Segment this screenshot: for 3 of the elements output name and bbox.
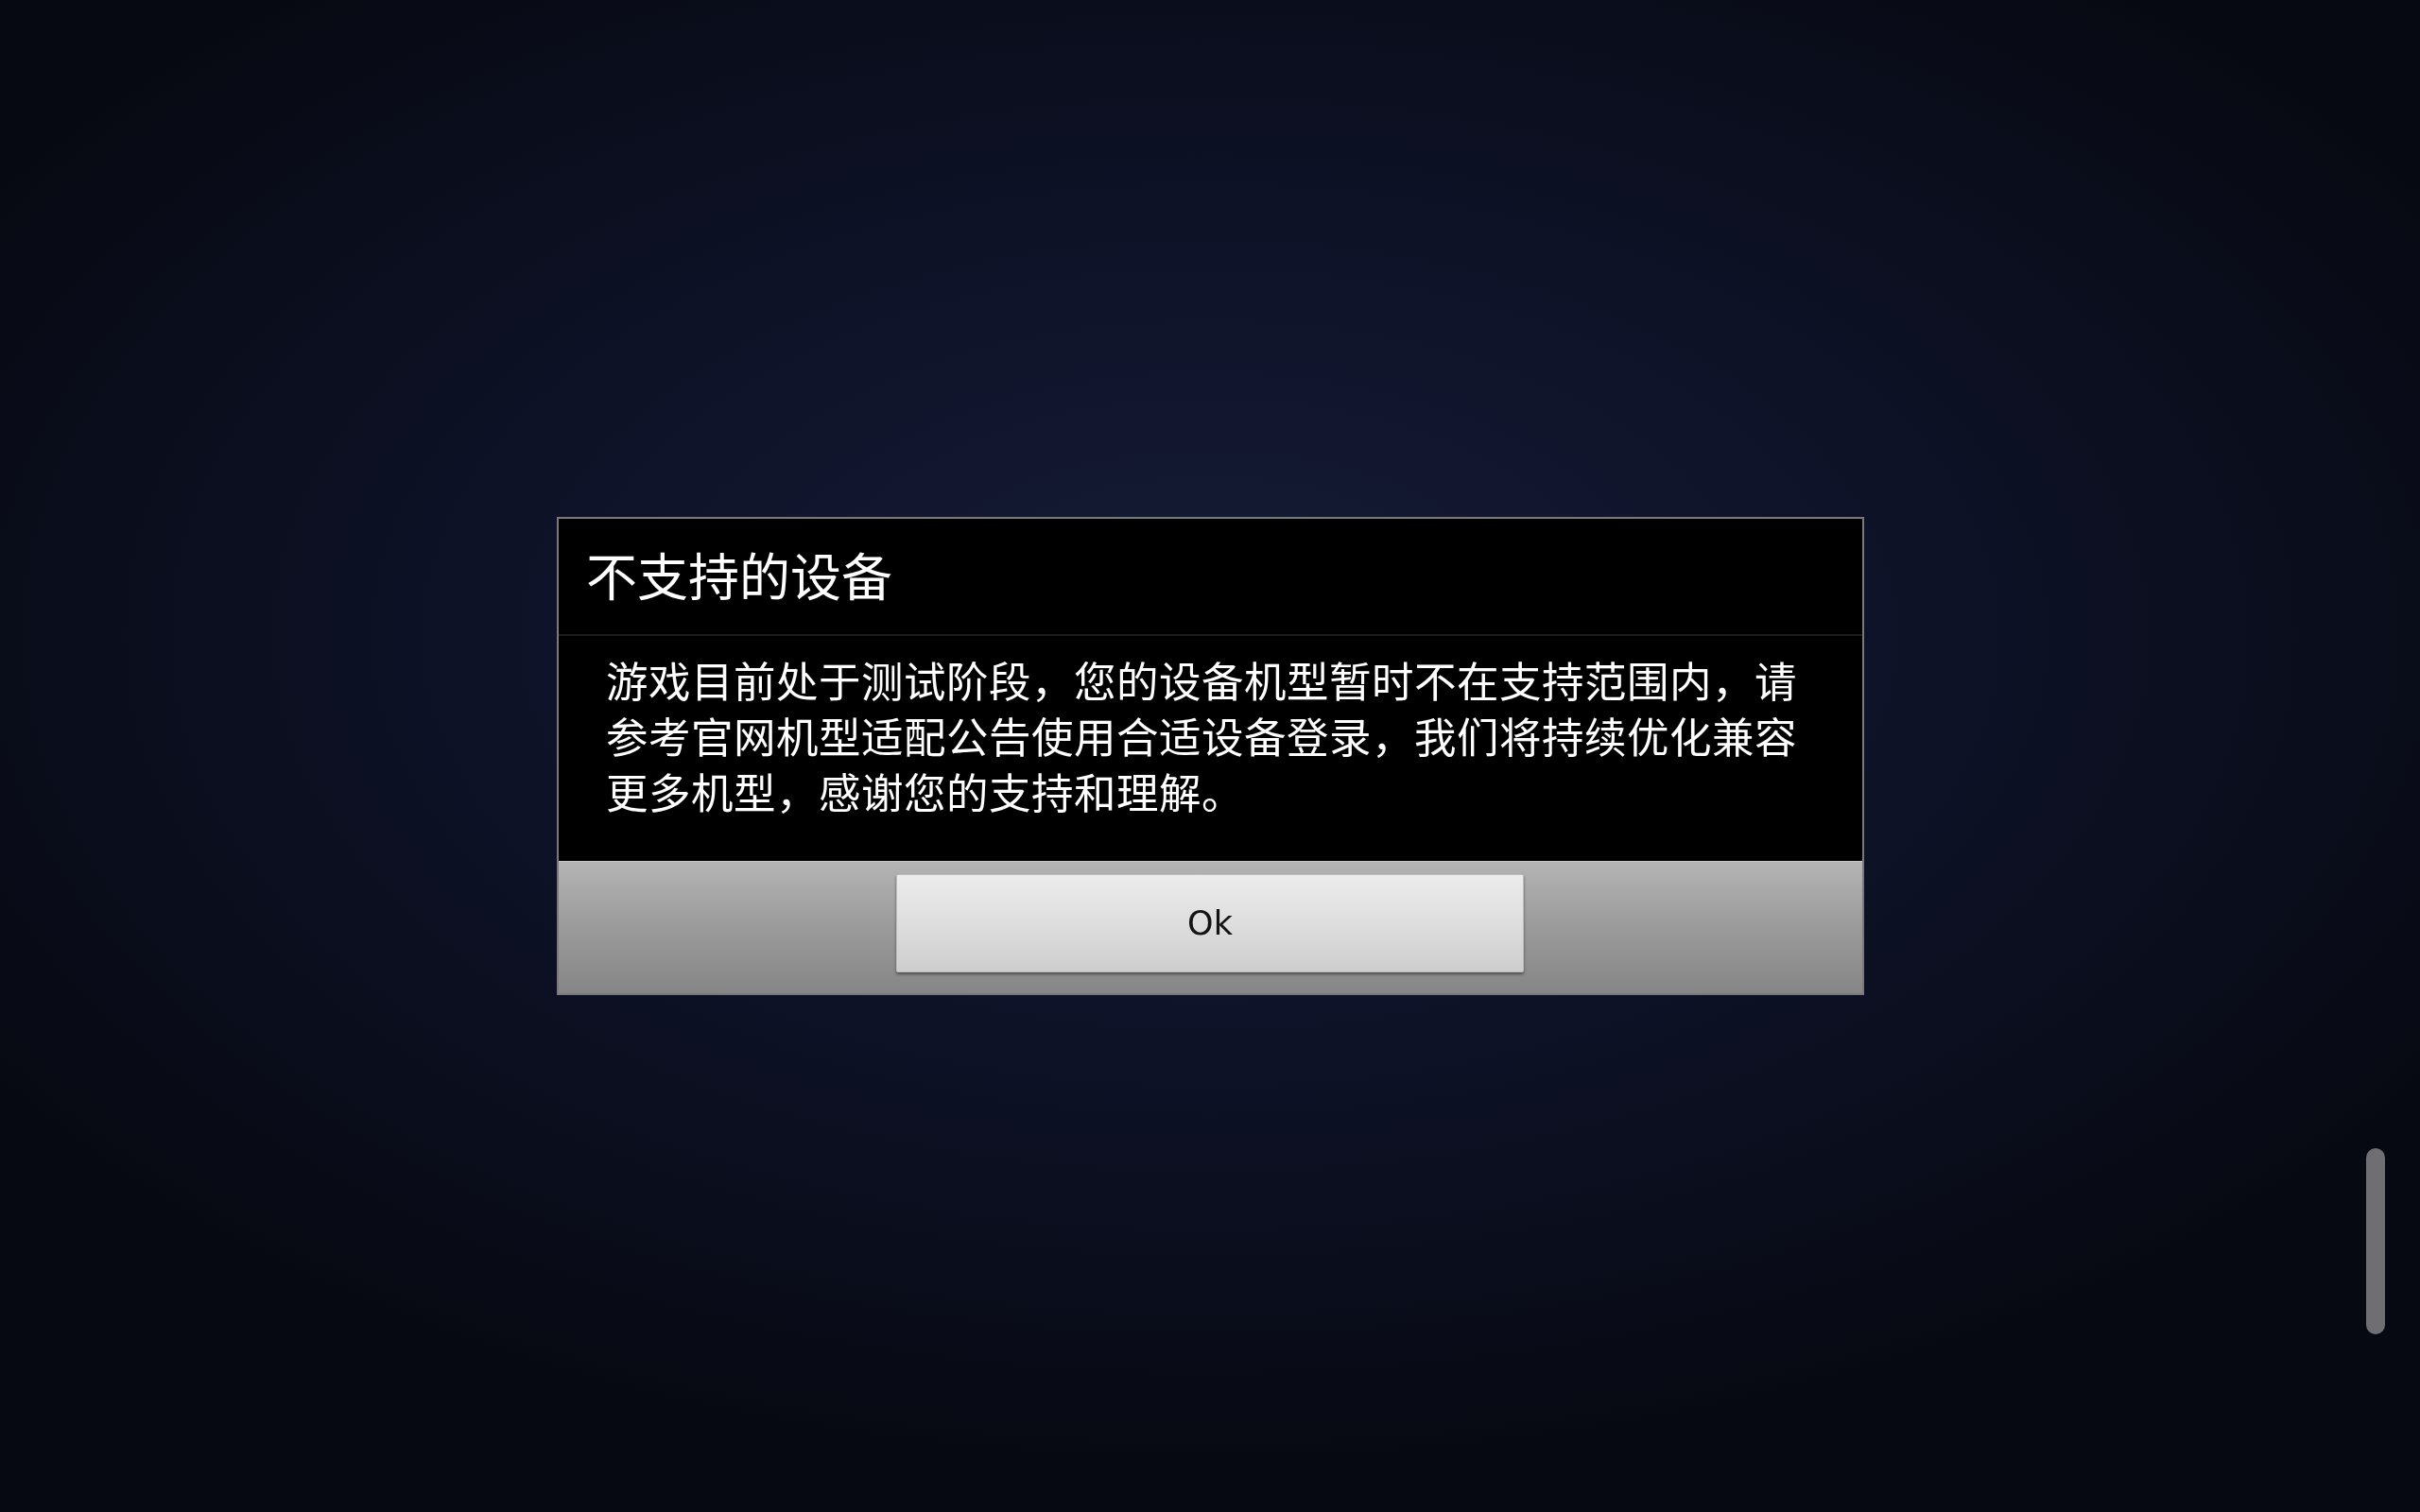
dialog-message: 游戏目前处于测试阶段，您的设备机型暂时不在支持范围内，请参考官网机型适配公告使用合适设备登录，我们将持续优化兼容更多机型，感谢您的支持和理解。 [605, 658, 1798, 820]
dialog-title: 不支持的设备 [585, 548, 892, 610]
ok-button[interactable]: Ok [896, 874, 1524, 972]
